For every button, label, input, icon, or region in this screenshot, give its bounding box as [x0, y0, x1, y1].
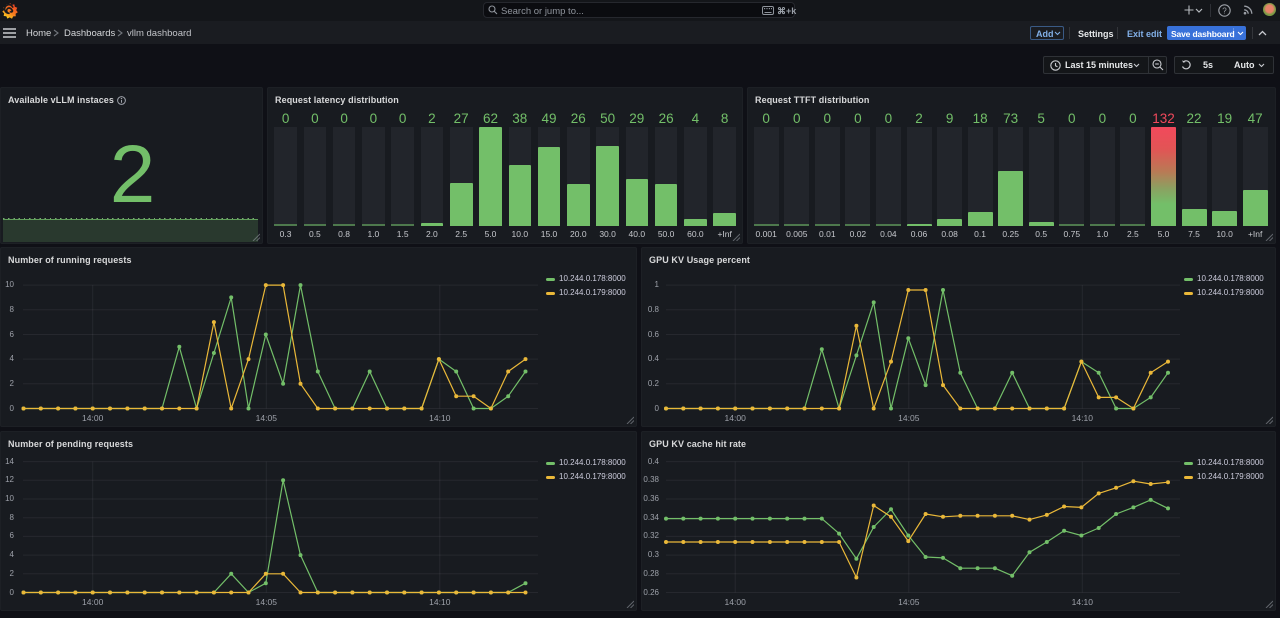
svg-text:?: ? [1222, 6, 1227, 15]
